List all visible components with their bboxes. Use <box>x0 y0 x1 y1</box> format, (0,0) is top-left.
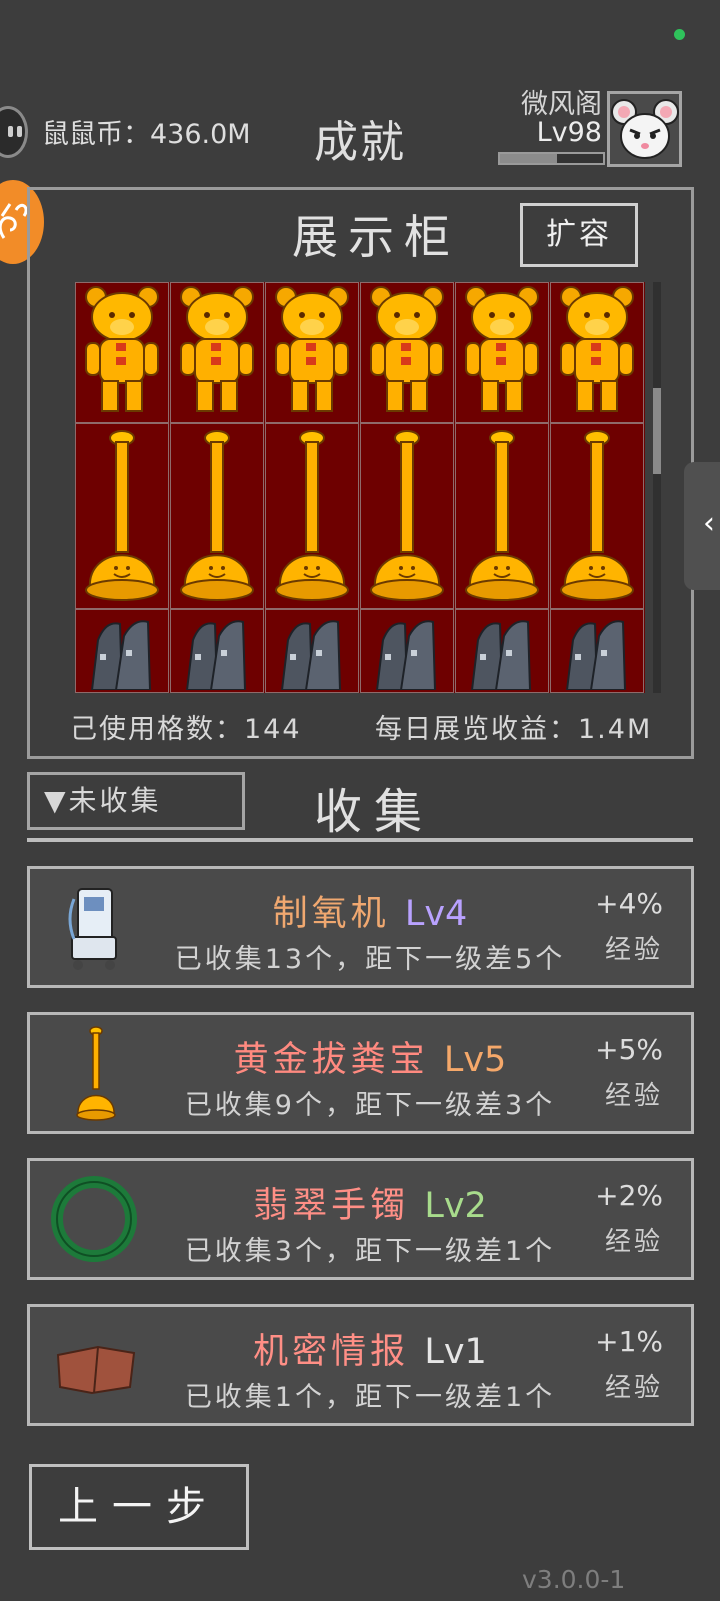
collection-exp-label: 经验 <box>604 1373 663 1403</box>
collection-name: 黄金拔粪宝 <box>233 1040 429 1080</box>
cabinet-slot-golden-plunger[interactable] <box>265 423 359 609</box>
xp-bar <box>498 152 605 165</box>
expand-button[interactable]: 扩容 <box>520 203 638 267</box>
collection-level: Lv4 <box>404 894 468 934</box>
collect-title: 收集 <box>314 784 435 840</box>
version-label: v3.0.0-1 <box>522 1565 626 1594</box>
golden-plunger-icon <box>76 424 168 613</box>
cabinet-grid[interactable] <box>75 282 645 693</box>
metal-boots-icon <box>266 610 358 693</box>
cabinet-slot-golden-bear-statue[interactable] <box>170 282 264 423</box>
metal-boots-icon <box>171 610 263 693</box>
cabinet-slot-metal-boots[interactable] <box>360 609 454 693</box>
cabinet-slot-golden-plunger[interactable] <box>75 423 169 609</box>
cabinet-slot-metal-boots[interactable] <box>75 609 169 693</box>
oxygen-machine-icon <box>48 879 143 975</box>
metal-boots-icon <box>76 610 168 693</box>
cabinet-title: 展示柜 <box>292 210 460 264</box>
collection-bonus: +5% <box>595 1033 663 1066</box>
collection-bonus: +2% <box>595 1179 663 1212</box>
collection-name: 翡翠手镯 <box>253 1186 410 1226</box>
collection-card[interactable]: 机密情报 Lv1 已收集1个，距下一级差1个 +1% 经验 <box>27 1304 694 1426</box>
page-title: 成就 <box>314 117 406 168</box>
uncollected-filter-button[interactable]: ▼未收集 <box>27 772 245 830</box>
golden-bear-statue-icon <box>551 283 643 427</box>
cabinet-slot-metal-boots[interactable] <box>265 609 359 693</box>
status-dot <box>674 29 685 40</box>
collection-bonus: +4% <box>595 887 663 920</box>
collection-level: Lv2 <box>424 1186 487 1226</box>
collection-exp-label: 经验 <box>604 935 663 965</box>
golden-bear-statue-icon <box>456 283 548 427</box>
golden-bear-statue-icon <box>76 283 168 427</box>
divider <box>27 838 693 842</box>
collection-level: Lv5 <box>443 1040 507 1080</box>
coin-icon <box>0 106 28 158</box>
avatar[interactable] <box>607 91 682 167</box>
xp-bar-fill <box>500 154 557 163</box>
collection-exp-label: 经验 <box>604 1227 663 1257</box>
cabinet-slot-golden-bear-statue[interactable] <box>265 282 359 423</box>
daily-income-text: 每日展览收益：1.4M <box>375 714 653 745</box>
collection-card[interactable]: 黄金拔粪宝 Lv5 已收集9个，距下一级差3个 +5% 经验 <box>27 1012 694 1134</box>
cabinet-slot-golden-plunger[interactable] <box>360 423 454 609</box>
cabinet-slot-golden-plunger[interactable] <box>550 423 644 609</box>
cabinet-slot-metal-boots[interactable] <box>455 609 549 693</box>
cabinet-slot-golden-plunger[interactable] <box>455 423 549 609</box>
collection-name: 机密情报 <box>253 1332 410 1372</box>
golden-plunger-icon <box>48 1025 143 1121</box>
collection-bonus: +1% <box>595 1325 663 1358</box>
secret-report-icon <box>48 1317 143 1413</box>
metal-boots-icon <box>456 610 548 693</box>
cabinet-slot-golden-bear-statue[interactable] <box>550 282 644 423</box>
golden-plunger-icon <box>171 424 263 613</box>
prev-step-button[interactable]: 上一步 <box>29 1464 249 1550</box>
metal-boots-icon <box>361 610 453 693</box>
used-cells-text: 己使用格数：144 <box>70 714 302 745</box>
collection-title: 制氧机 Lv4 <box>140 885 600 936</box>
golden-plunger-icon <box>361 424 453 613</box>
golden-plunger-icon <box>456 424 548 613</box>
golden-bear-statue-icon <box>266 283 358 427</box>
collection-card[interactable]: 制氧机 Lv4 已收集13个，距下一级差5个 +4% 经验 <box>27 866 694 988</box>
cabinet-scrollbar[interactable] <box>653 282 661 693</box>
coin-balance: 鼠鼠币：436.0M <box>42 119 251 150</box>
collection-title: 翡翠手镯 Lv2 <box>140 1177 600 1228</box>
collection-exp-label: 经验 <box>604 1081 663 1111</box>
side-panel-toggle[interactable]: ‹ <box>684 462 720 590</box>
metal-boots-icon <box>551 610 643 693</box>
cabinet-slot-golden-bear-statue[interactable] <box>360 282 454 423</box>
player-name: 微风阁 <box>521 89 602 120</box>
jade-bracelet-icon <box>48 1171 143 1267</box>
cabinet-slot-metal-boots[interactable] <box>550 609 644 693</box>
golden-plunger-icon <box>266 424 358 613</box>
collection-name: 制氧机 <box>272 894 390 934</box>
cabinet-scrollbar-thumb[interactable] <box>653 388 661 474</box>
collection-title: 机密情报 Lv1 <box>140 1323 600 1374</box>
golden-plunger-icon <box>551 424 643 613</box>
collection-progress: 已收集3个，距下一级差1个 <box>184 1236 556 1267</box>
collection-progress: 已收集1个，距下一级差1个 <box>184 1382 556 1413</box>
golden-bear-statue-icon <box>171 283 263 427</box>
collection-title: 黄金拔粪宝 Lv5 <box>140 1031 600 1082</box>
collection-progress: 已收集13个，距下一级差5个 <box>174 944 566 975</box>
collection-progress: 已收集9个，距下一级差3个 <box>184 1090 556 1121</box>
collection-level: Lv1 <box>424 1332 487 1372</box>
collection-card[interactable]: 翡翠手镯 Lv2 已收集3个，距下一级差1个 +2% 经验 <box>27 1158 694 1280</box>
cabinet-slot-golden-bear-statue[interactable] <box>75 282 169 423</box>
mouse-avatar-icon <box>611 99 679 159</box>
cabinet-slot-golden-plunger[interactable] <box>170 423 264 609</box>
player-level: Lv98 <box>536 117 602 148</box>
cabinet-slot-golden-bear-statue[interactable] <box>455 282 549 423</box>
chevron-left-icon: ‹ <box>703 506 715 541</box>
cabinet-slot-metal-boots[interactable] <box>170 609 264 693</box>
golden-bear-statue-icon <box>361 283 453 427</box>
